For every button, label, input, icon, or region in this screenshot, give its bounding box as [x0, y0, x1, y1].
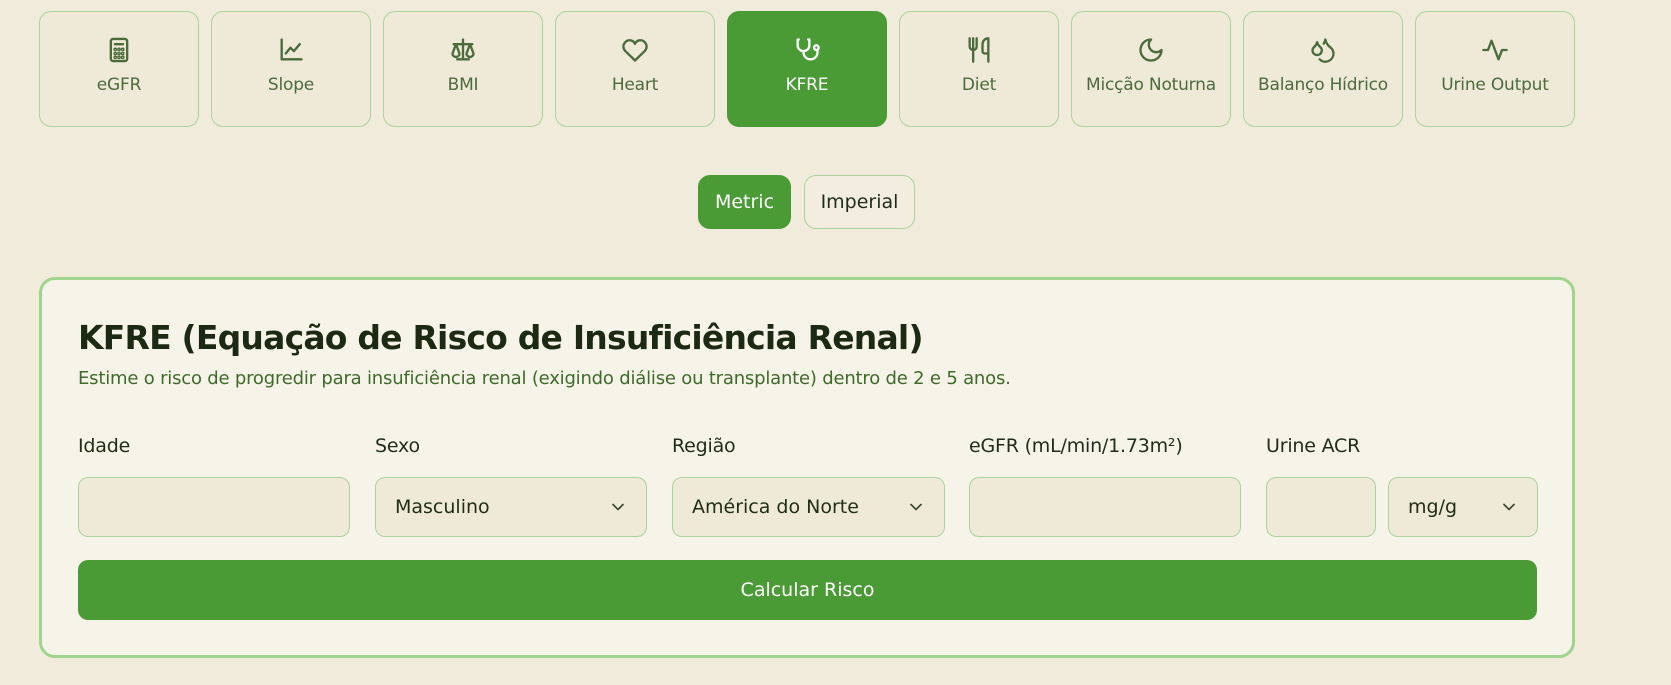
chevron-down-icon	[1503, 503, 1515, 511]
card-subtitle: Estime o risco de progredir para insufic…	[78, 368, 1011, 389]
unit-toggle: Metric Imperial	[698, 175, 915, 229]
calculate-risk-button[interactable]: Calcular Risco	[78, 560, 1537, 620]
age-input[interactable]	[78, 477, 350, 537]
urine-acr-label: Urine ACR	[1266, 435, 1361, 457]
chevron-down-icon	[612, 503, 624, 511]
tool-tile-egfr[interactable]: eGFR	[39, 11, 199, 127]
tool-label: KFRE	[785, 75, 829, 95]
region-select[interactable]: América do Norte	[672, 477, 945, 537]
region-label: Região	[672, 435, 736, 457]
tool-tile-balanco-hidrico[interactable]: Balanço Hídrico	[1243, 11, 1403, 127]
sex-select-value: Masculino	[395, 496, 490, 518]
activity-icon	[1482, 39, 1508, 61]
droplets-icon	[1311, 38, 1335, 63]
scale-icon	[451, 38, 475, 61]
utensils-icon	[968, 37, 990, 63]
egfr-label: eGFR (mL/min/1.73m²)	[969, 435, 1183, 457]
egfr-input[interactable]	[969, 477, 1241, 537]
card-title: KFRE (Equação de Risco de Insuficiência …	[78, 318, 924, 357]
tool-label: Heart	[611, 75, 659, 95]
tool-tile-heart[interactable]: Heart	[555, 11, 715, 127]
age-label: Idade	[78, 435, 131, 457]
line-chart-icon	[280, 38, 303, 61]
moon-icon	[1139, 38, 1163, 62]
tool-label: BMI	[447, 75, 479, 95]
tool-tile-slope[interactable]: Slope	[211, 11, 371, 127]
stethoscope-icon	[796, 38, 820, 61]
chevron-down-icon	[910, 503, 922, 511]
tool-label: Diet	[961, 75, 997, 95]
tool-label: eGFR	[96, 75, 142, 95]
kfre-card: KFRE (Equação de Risco de Insuficiência …	[39, 277, 1575, 658]
metric-button[interactable]: Metric	[698, 175, 791, 229]
acr-unit-value: mg/g	[1408, 496, 1458, 518]
urine-acr-input[interactable]	[1266, 477, 1376, 537]
tool-label: Urine Output	[1441, 75, 1549, 95]
tool-tile-urine-output[interactable]: Urine Output	[1415, 11, 1575, 127]
tool-tile-miccao-noturna[interactable]: Micção Noturna	[1071, 11, 1231, 127]
tool-selector: eGFR Slope BMI Heart KFRE Diet Micção No…	[39, 11, 1575, 127]
tool-label: Balanço Hídrico	[1258, 75, 1388, 95]
calculator-icon	[109, 37, 129, 63]
heart-icon	[622, 39, 648, 62]
imperial-button[interactable]: Imperial	[804, 175, 915, 229]
tool-tile-kfre[interactable]: KFRE	[727, 11, 887, 127]
tool-label: Slope	[267, 75, 315, 95]
acr-unit-select[interactable]: mg/g	[1388, 477, 1538, 537]
region-select-value: América do Norte	[692, 496, 859, 518]
tool-tile-bmi[interactable]: BMI	[383, 11, 543, 127]
sex-label: Sexo	[375, 435, 420, 457]
sex-select[interactable]: Masculino	[375, 477, 647, 537]
tool-label: Micção Noturna	[1086, 75, 1216, 95]
tool-tile-diet[interactable]: Diet	[899, 11, 1059, 127]
